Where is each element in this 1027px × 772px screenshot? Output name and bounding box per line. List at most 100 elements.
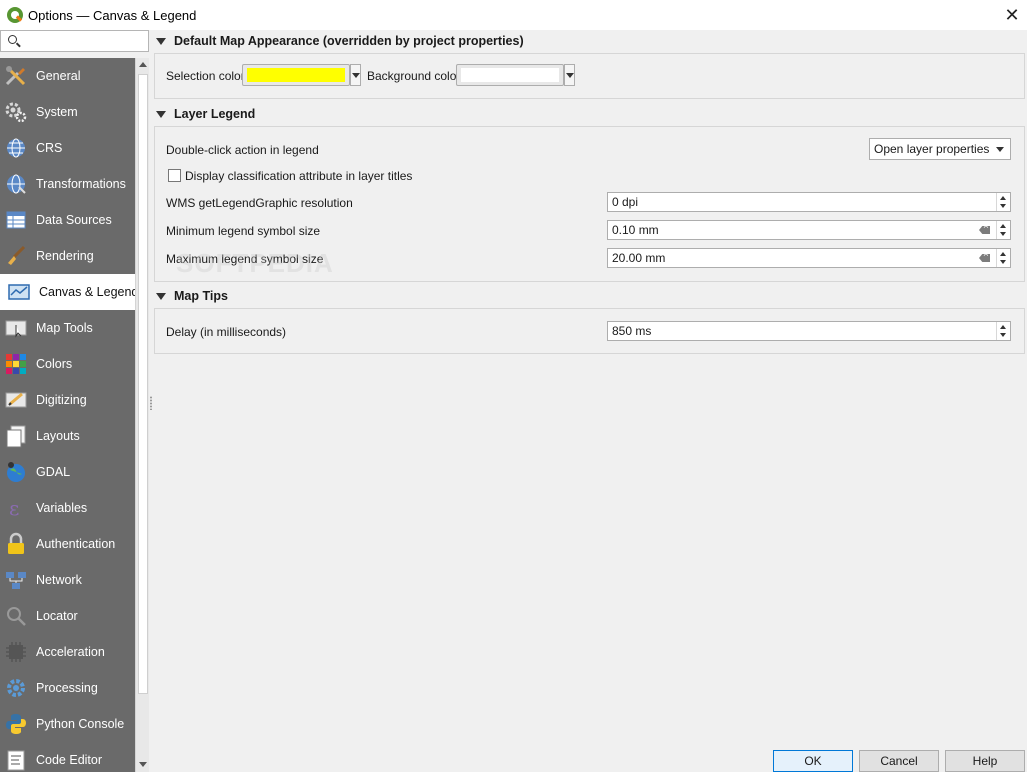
tools-icon — [3, 63, 29, 89]
spin-arrows[interactable] — [996, 249, 1010, 267]
sidebar-scrollbar[interactable] — [135, 58, 149, 772]
spin-up-icon[interactable] — [1000, 325, 1006, 329]
section-title: Map Tips — [174, 289, 228, 303]
sidebar-item-label: Network — [36, 573, 82, 587]
wms-resolution-label: WMS getLegendGraphic resolution — [166, 196, 353, 210]
selection-color-dropdown[interactable] — [350, 64, 361, 86]
clear-icon[interactable] — [979, 254, 990, 262]
sidebar-item-label: Acceleration — [36, 645, 105, 659]
spin-up-icon[interactable] — [1000, 196, 1006, 200]
display-classification-checkbox[interactable] — [168, 169, 181, 182]
paintbrush-icon — [3, 243, 29, 269]
scroll-thumb[interactable] — [138, 74, 148, 694]
min-symbol-size-label: Minimum legend symbol size — [166, 224, 321, 238]
splitter-handle[interactable] — [150, 396, 152, 410]
section-header-map-appearance[interactable]: Default Map Appearance (overridden by pr… — [154, 31, 1025, 51]
code-editor-icon — [3, 747, 29, 772]
sidebar-item-canvas-legend[interactable]: Canvas & Legend — [0, 274, 135, 310]
sidebar-item-acceleration[interactable]: Acceleration — [0, 634, 135, 670]
sidebar-item-digitizing[interactable]: Digitizing — [0, 382, 135, 418]
sidebar-item-locator[interactable]: Locator — [0, 598, 135, 634]
sidebar-item-label: Digitizing — [36, 393, 87, 407]
scroll-down-arrow-icon[interactable] — [138, 760, 148, 770]
magnifier-icon — [3, 603, 29, 629]
sidebar-item-system[interactable]: System — [0, 94, 135, 130]
spin-down-icon[interactable] — [1000, 204, 1006, 208]
spin-arrows[interactable] — [996, 193, 1010, 211]
map-tips-group: Delay (in milliseconds) 850 ms — [154, 308, 1025, 354]
selection-color-button[interactable] — [242, 64, 350, 86]
sidebar-item-rendering[interactable]: Rendering — [0, 238, 135, 274]
spin-arrows[interactable] — [996, 221, 1010, 239]
sidebar-item-label: Locator — [36, 609, 78, 623]
digitizing-icon — [3, 387, 29, 413]
spin-arrows[interactable] — [996, 322, 1010, 340]
spin-down-icon[interactable] — [1000, 232, 1006, 236]
svg-text:ε: ε — [9, 496, 19, 520]
sidebar-item-label: Colors — [36, 357, 73, 371]
layout-pages-icon — [3, 423, 29, 449]
sidebar-item-variables[interactable]: ε Variables — [0, 490, 135, 526]
wms-resolution-value: 0 dpi — [612, 195, 639, 209]
sidebar-item-general[interactable]: General — [0, 58, 135, 94]
sidebar-item-label: Data Sources — [36, 213, 112, 227]
min-symbol-size-spinbox[interactable]: 0.10 mm — [607, 220, 1011, 240]
sidebar-item-data-sources[interactable]: Data Sources — [0, 202, 135, 238]
padlock-icon — [3, 531, 29, 557]
sidebar-item-map-tools[interactable]: Map Tools — [0, 310, 135, 346]
sidebar-item-label: GDAL — [36, 465, 71, 479]
section-header-map-tips[interactable]: Map Tips — [154, 286, 1025, 306]
search-input[interactable] — [23, 32, 145, 50]
sidebar-item-network[interactable]: Network — [0, 562, 135, 598]
collapse-triangle-icon — [156, 292, 166, 300]
search-box[interactable] — [0, 30, 149, 52]
background-color-dropdown[interactable] — [564, 64, 575, 86]
sidebar-item-processing[interactable]: Processing — [0, 670, 135, 706]
double-click-action-select[interactable]: Open layer properties — [869, 138, 1011, 160]
background-color-button[interactable] — [456, 64, 564, 86]
section-header-layer-legend[interactable]: Layer Legend — [154, 104, 1025, 124]
window-title: Options — Canvas & Legend — [28, 7, 197, 23]
python-icon — [3, 711, 29, 737]
sidebar-item-colors[interactable]: Colors — [0, 346, 135, 382]
color-grid-icon — [3, 351, 29, 377]
gears-icon — [3, 99, 29, 125]
sidebar-item-python-console[interactable]: Python Console — [0, 706, 135, 742]
double-click-action-value: Open layer properties — [874, 142, 990, 156]
wms-resolution-spinbox[interactable]: 0 dpi — [607, 192, 1011, 212]
close-button[interactable]: ✕ — [997, 0, 1027, 30]
scroll-up-arrow-icon[interactable] — [138, 60, 148, 70]
qgis-logo-icon — [7, 7, 23, 23]
sidebar-item-layouts[interactable]: Layouts — [0, 418, 135, 454]
double-click-action-label: Double-click action in legend — [166, 143, 319, 157]
spin-down-icon[interactable] — [1000, 260, 1006, 264]
sidebar-item-crs[interactable]: CRS — [0, 130, 135, 166]
max-symbol-size-spinbox[interactable]: 20.00 mm — [607, 248, 1011, 268]
gdal-globe-icon — [3, 459, 29, 485]
cancel-button[interactable]: Cancel — [859, 750, 939, 772]
sidebar-item-transformations[interactable]: Transformations — [0, 166, 135, 202]
background-color-swatch — [461, 68, 559, 82]
sidebar-item-label: Map Tools — [36, 321, 93, 335]
max-symbol-size-value: 20.00 mm — [612, 251, 666, 265]
sidebar-item-label: Processing — [36, 681, 98, 695]
sidebar-item-label: Transformations — [36, 177, 126, 191]
clear-icon[interactable] — [979, 226, 990, 234]
globe-icon — [3, 135, 29, 161]
network-icon — [3, 567, 29, 593]
spin-up-icon[interactable] — [1000, 252, 1006, 256]
sidebar-item-authentication[interactable]: Authentication — [0, 526, 135, 562]
sidebar-item-label: General — [36, 69, 81, 83]
help-button[interactable]: Help — [945, 750, 1025, 772]
gear-icon — [3, 675, 29, 701]
selection-color-swatch — [247, 68, 345, 82]
map-tips-delay-spinbox[interactable]: 850 ms — [607, 321, 1011, 341]
watermark: SOFTPEDIA — [176, 248, 334, 278]
sidebar-item-gdal[interactable]: GDAL — [0, 454, 135, 490]
ok-button[interactable]: OK — [773, 750, 853, 772]
section-title: Layer Legend — [174, 107, 256, 121]
spin-up-icon[interactable] — [1000, 224, 1006, 228]
sidebar-item-label: Authentication — [36, 537, 116, 551]
spin-down-icon[interactable] — [1000, 333, 1006, 337]
sidebar-item-code-editor[interactable]: Code Editor — [0, 742, 135, 772]
